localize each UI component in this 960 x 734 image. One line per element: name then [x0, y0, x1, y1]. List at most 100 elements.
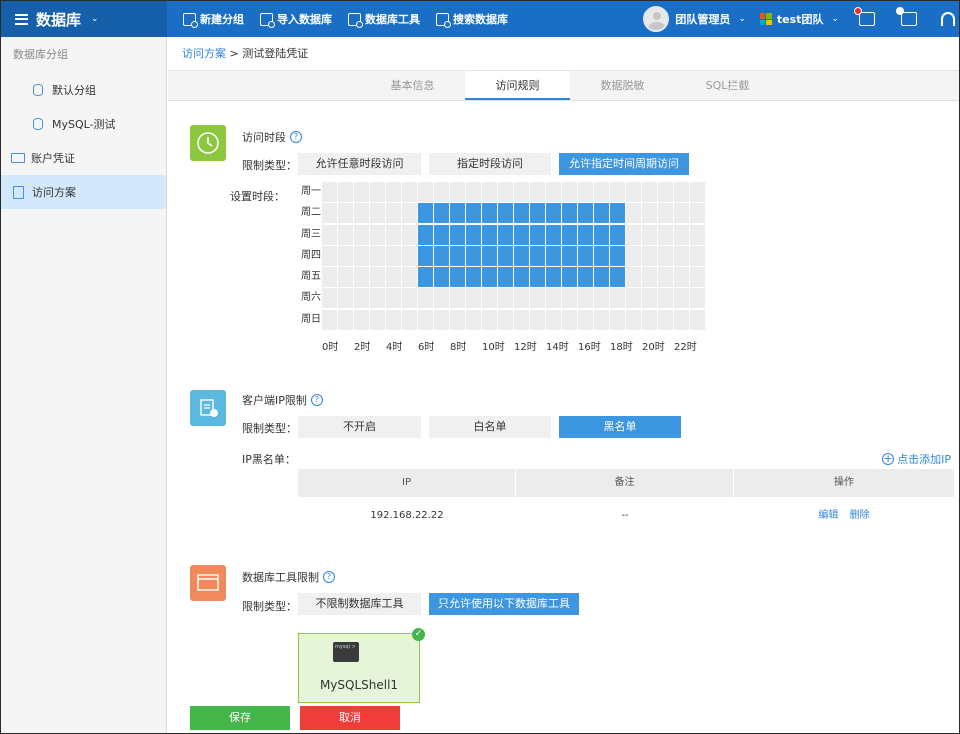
schedule-cell[interactable]: [338, 309, 353, 330]
ip-option-blacklist[interactable]: 黑名单: [559, 416, 681, 438]
schedule-cell[interactable]: [338, 267, 353, 288]
schedule-cell[interactable]: [610, 288, 625, 309]
schedule-cell[interactable]: [466, 203, 481, 224]
schedule-cell[interactable]: [498, 245, 513, 266]
schedule-cell[interactable]: [514, 267, 529, 288]
schedule-cell[interactable]: [690, 182, 705, 202]
cancel-button[interactable]: 取消: [300, 706, 400, 730]
schedule-cell[interactable]: [482, 182, 497, 202]
schedule-cell[interactable]: [578, 267, 593, 288]
schedule-cell[interactable]: [370, 288, 385, 309]
schedule-cell[interactable]: [594, 224, 609, 245]
schedule-cell[interactable]: [450, 245, 465, 266]
tool-option-unrestricted[interactable]: 不限制数据库工具: [298, 593, 421, 615]
schedule-cell[interactable]: [466, 245, 481, 266]
help-icon[interactable]: ?: [323, 571, 335, 583]
schedule-cell[interactable]: [482, 309, 497, 330]
save-button[interactable]: 保存: [190, 706, 290, 730]
schedule-cell[interactable]: [626, 267, 641, 288]
schedule-cell[interactable]: [562, 203, 577, 224]
schedule-cell[interactable]: [466, 288, 481, 309]
schedule-cell[interactable]: [594, 309, 609, 330]
schedule-cell[interactable]: [690, 288, 705, 309]
schedule-grid[interactable]: 周一 周二 周三 周四 周五 周六 周日: [301, 182, 706, 331]
schedule-cell[interactable]: [674, 267, 689, 288]
breadcrumb-link[interactable]: 访问方案: [182, 47, 226, 60]
schedule-cell[interactable]: [450, 203, 465, 224]
schedule-cell[interactable]: [450, 267, 465, 288]
schedule-cell[interactable]: [370, 224, 385, 245]
import-database-button[interactable]: 导入数据库: [260, 11, 332, 28]
schedule-cell[interactable]: [466, 267, 481, 288]
schedule-cell[interactable]: [610, 267, 625, 288]
tool-option-allow-listed[interactable]: 只允许使用以下数据库工具: [429, 593, 579, 615]
schedule-cell[interactable]: [610, 224, 625, 245]
schedule-cell[interactable]: [322, 224, 337, 245]
schedule-cell[interactable]: [322, 203, 337, 224]
schedule-cell[interactable]: [338, 182, 353, 202]
schedule-cell[interactable]: [338, 203, 353, 224]
schedule-cell[interactable]: [658, 182, 673, 202]
time-option-any[interactable]: 允许任意时段访问: [298, 153, 421, 175]
avatar[interactable]: [643, 6, 670, 32]
schedule-cell[interactable]: [386, 182, 401, 202]
schedule-cell[interactable]: [418, 245, 433, 266]
schedule-cell[interactable]: [530, 224, 545, 245]
schedule-cell[interactable]: [546, 245, 561, 266]
task-icon[interactable]: [896, 7, 917, 26]
schedule-cell[interactable]: [626, 224, 641, 245]
schedule-cell[interactable]: [354, 224, 369, 245]
schedule-cell[interactable]: [338, 245, 353, 266]
schedule-cell[interactable]: [498, 288, 513, 309]
schedule-cell[interactable]: [354, 309, 369, 330]
schedule-cell[interactable]: [642, 309, 657, 330]
schedule-cell[interactable]: [322, 182, 337, 202]
sidebar-item-credentials[interactable]: 账户凭证: [1, 141, 166, 175]
schedule-cell[interactable]: [578, 245, 593, 266]
schedule-cell[interactable]: [546, 309, 561, 330]
schedule-cell[interactable]: [658, 224, 673, 245]
schedule-cell[interactable]: [642, 182, 657, 202]
schedule-cell[interactable]: [370, 203, 385, 224]
schedule-cell[interactable]: [450, 309, 465, 330]
schedule-cell[interactable]: [498, 182, 513, 202]
schedule-cell[interactable]: [434, 309, 449, 330]
schedule-cell[interactable]: [610, 309, 625, 330]
schedule-cell[interactable]: [402, 309, 417, 330]
schedule-cell[interactable]: [482, 224, 497, 245]
schedule-cell[interactable]: [594, 267, 609, 288]
schedule-cell[interactable]: [434, 245, 449, 266]
ip-option-off[interactable]: 不开启: [298, 416, 421, 438]
time-option-periodic[interactable]: 允许指定时间周期访问: [559, 153, 689, 175]
schedule-cell[interactable]: [562, 182, 577, 202]
delete-link[interactable]: 删除: [850, 510, 870, 521]
schedule-cell[interactable]: [578, 288, 593, 309]
tab-basic-info[interactable]: 基本信息: [360, 71, 465, 100]
schedule-cell[interactable]: [562, 288, 577, 309]
schedule-cell[interactable]: [562, 224, 577, 245]
schedule-cell[interactable]: [450, 182, 465, 202]
schedule-cell[interactable]: [514, 203, 529, 224]
schedule-cell[interactable]: [482, 203, 497, 224]
schedule-cell[interactable]: [498, 309, 513, 330]
schedule-cell[interactable]: [578, 309, 593, 330]
schedule-cell[interactable]: [610, 182, 625, 202]
schedule-cell[interactable]: [466, 224, 481, 245]
schedule-cell[interactable]: [370, 245, 385, 266]
schedule-cell[interactable]: [658, 203, 673, 224]
schedule-cell[interactable]: [370, 182, 385, 202]
schedule-cell[interactable]: [322, 245, 337, 266]
schedule-cell[interactable]: [674, 288, 689, 309]
schedule-cell[interactable]: [482, 245, 497, 266]
schedule-cell[interactable]: [418, 267, 433, 288]
schedule-cell[interactable]: [402, 288, 417, 309]
schedule-cell[interactable]: [690, 224, 705, 245]
schedule-cell[interactable]: [546, 288, 561, 309]
schedule-cell[interactable]: [466, 309, 481, 330]
schedule-cell[interactable]: [674, 245, 689, 266]
schedule-cell[interactable]: [434, 224, 449, 245]
schedule-cell[interactable]: [514, 182, 529, 202]
schedule-cell[interactable]: [546, 182, 561, 202]
support-headset-icon[interactable]: [941, 12, 955, 26]
schedule-cell[interactable]: [562, 267, 577, 288]
